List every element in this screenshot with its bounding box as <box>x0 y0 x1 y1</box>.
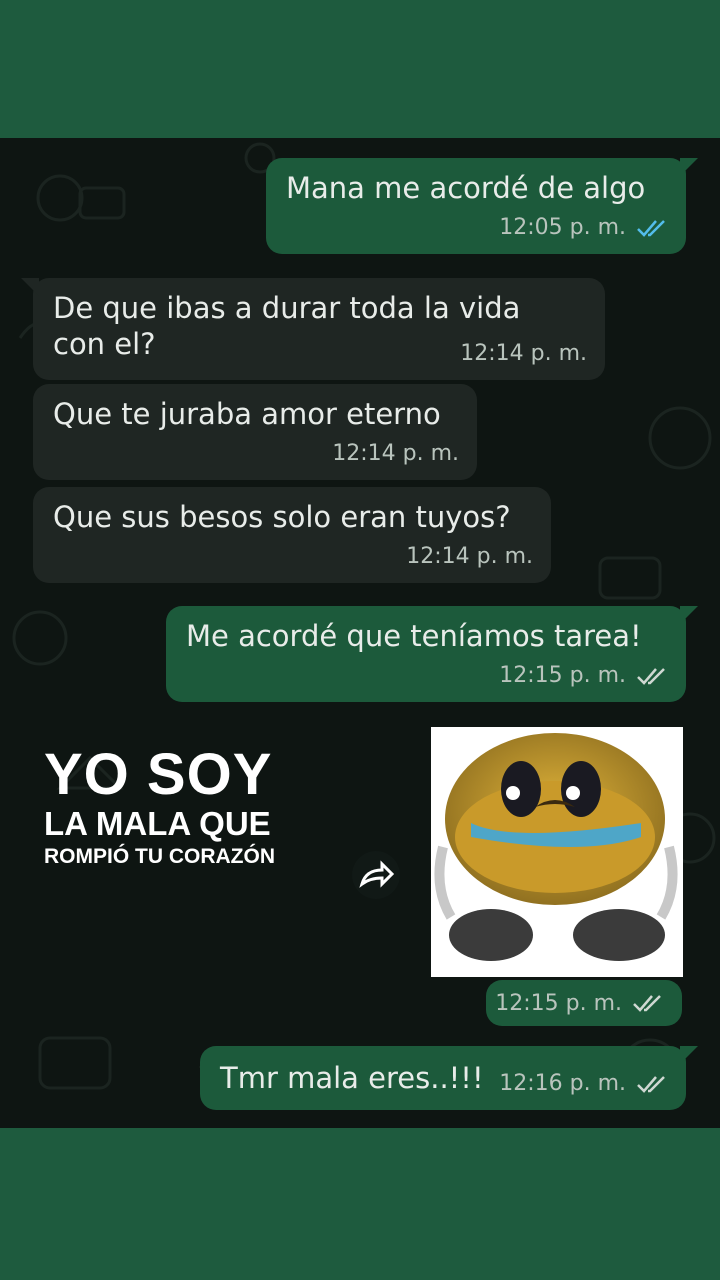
message-time: 12:14 p. m. <box>460 341 587 366</box>
double-check-icon <box>637 1076 665 1093</box>
sticker-image[interactable] <box>431 727 683 977</box>
message-text-line2: con el? <box>53 327 156 361</box>
bubble-tail <box>680 1046 698 1064</box>
message-bubble-outgoing[interactable]: Tmr mala eres..!!! 12:16 p. m. <box>200 1046 698 1110</box>
message-text: Que sus besos solo eran tuyos? <box>53 500 511 534</box>
message-text: Tmr mala eres..!!! <box>220 1061 484 1095</box>
message-bubble-outgoing[interactable]: Me acordé que teníamos tarea! 12:15 p. m… <box>166 606 698 702</box>
message-meta: 12:16 p. m. <box>499 1066 668 1102</box>
sticker-meta: 12:15 p. m. <box>486 980 682 1026</box>
forward-icon[interactable] <box>348 850 404 900</box>
message-bubble-outgoing[interactable]: Mana me acordé de algo 12:05 p. m. <box>266 158 698 254</box>
message-text-line1: De que ibas a durar toda la vida <box>53 291 521 325</box>
double-check-icon <box>633 995 661 1012</box>
bubble-tail <box>680 158 698 176</box>
message-text: Me acordé que teníamos tarea! <box>186 619 642 653</box>
sticker-caption: YO SOY LA MALA QUE ROMPIÓ TU CORAZÓN <box>44 745 275 871</box>
message-time: 12:15 p. m. <box>499 663 626 688</box>
message-time: 12:14 p. m. <box>332 441 459 466</box>
message-bubble-incoming[interactable]: Que sus besos solo eran tuyos? 12:14 p. … <box>33 487 551 583</box>
bubble-tail <box>680 606 698 624</box>
message-time: 12:16 p. m. <box>499 1071 626 1096</box>
message-text: Que te juraba amor eterno <box>53 397 441 431</box>
sticker-caption-line1: YO SOY <box>44 742 273 807</box>
message-text: Mana me acordé de algo <box>286 171 646 205</box>
message-meta: 12:15 p. m. <box>499 658 668 694</box>
message-time: 12:15 p. m. <box>495 990 622 1016</box>
message-text: De que ibas a durar toda la vida con el? <box>53 290 520 362</box>
message-time: 12:14 p. m. <box>406 544 533 569</box>
double-check-icon <box>637 668 665 685</box>
message-time: 12:05 p. m. <box>499 215 626 240</box>
bubble-tail <box>21 278 39 296</box>
double-check-icon <box>637 220 665 237</box>
sticker-caption-line2: LA MALA QUE <box>44 805 271 842</box>
message-bubble-incoming[interactable]: De que ibas a durar toda la vida con el?… <box>21 278 605 380</box>
crying-emoji-sticker <box>434 733 678 961</box>
message-meta: 12:05 p. m. <box>499 210 668 246</box>
sticker-caption-line3: ROMPIÓ TU CORAZÓN <box>44 845 275 868</box>
message-bubble-incoming[interactable]: Que te juraba amor eterno 12:14 p. m. <box>33 384 477 480</box>
